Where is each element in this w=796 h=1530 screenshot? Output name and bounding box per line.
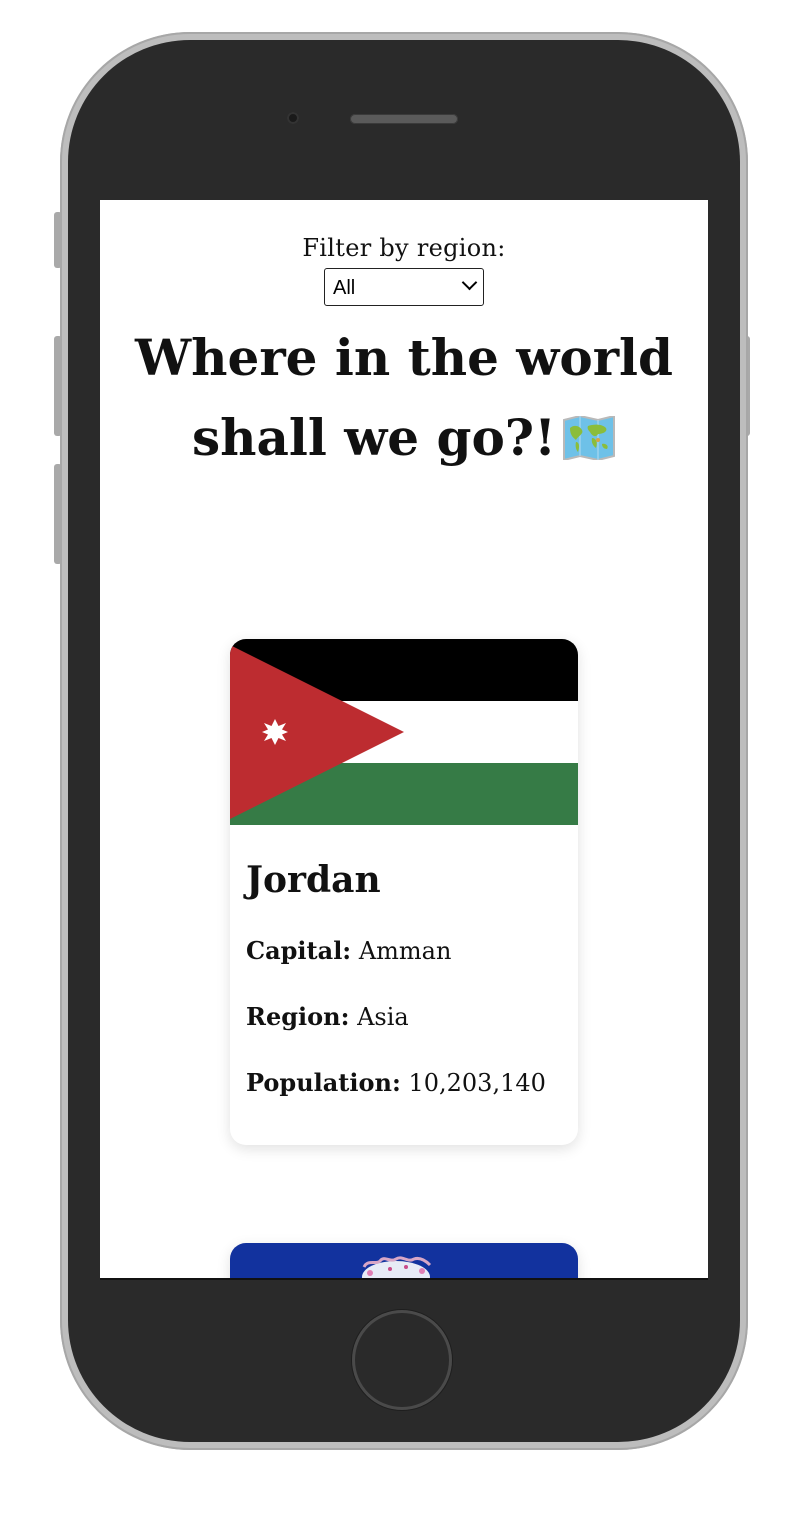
next-flag-emblem [362, 1256, 432, 1278]
card-body: Jordan Capital: Amman Region: Asia Popul… [230, 859, 578, 1097]
capital-label: Capital: [246, 936, 352, 965]
capital-value: Amman [358, 937, 452, 965]
region-select-value: All [333, 277, 356, 299]
population-value: 10,203,140 [408, 1069, 546, 1097]
region-row: Region: Asia [246, 1002, 562, 1032]
app-screen: Filter by region: All Where in the world… [100, 200, 708, 1280]
home-button [352, 1310, 452, 1410]
earpiece-speaker [350, 114, 458, 124]
world-map-icon [563, 416, 616, 460]
country-card[interactable]: Jordan Capital: Amman Region: Asia Popul… [230, 639, 578, 1145]
population-label: Population: [246, 1068, 401, 1097]
region-filter: Filter by region: All [100, 234, 708, 310]
population-row: Population: 10,203,140 [246, 1068, 562, 1098]
front-camera-icon [287, 112, 299, 124]
region-value: Asia [357, 1003, 409, 1031]
chevron-down-icon [461, 274, 478, 291]
filter-label: Filter by region: [302, 234, 506, 262]
region-select[interactable]: All [324, 268, 484, 306]
jordan-flag-image [230, 639, 578, 825]
country-card-next[interactable] [230, 1243, 578, 1278]
page-title: Where in the world shall we go?! [110, 318, 698, 478]
region-label: Region: [246, 1002, 350, 1031]
country-name: Jordan [246, 859, 381, 901]
capital-row: Capital: Amman [246, 936, 562, 966]
